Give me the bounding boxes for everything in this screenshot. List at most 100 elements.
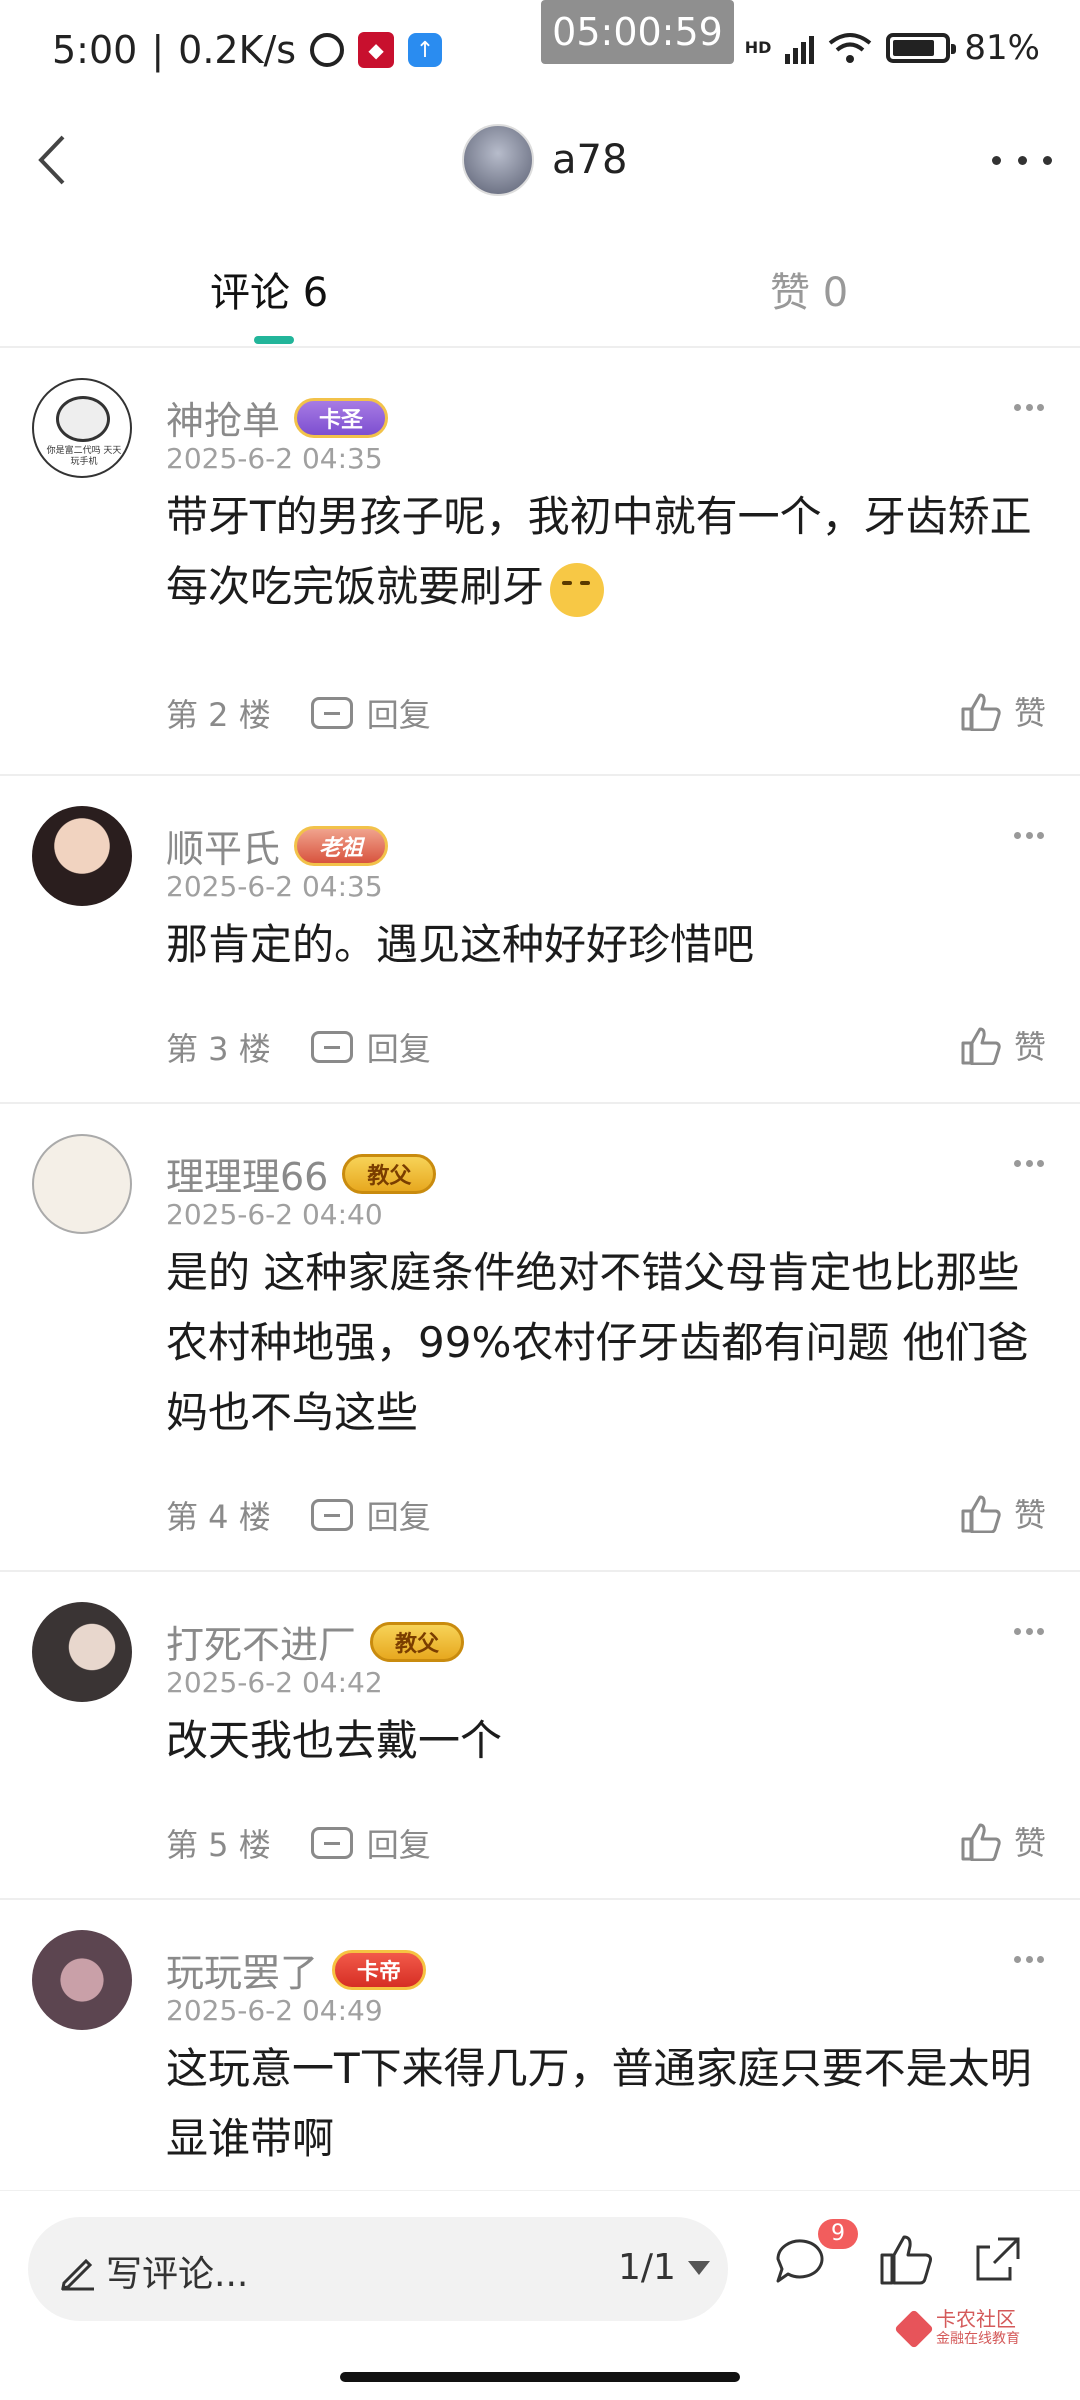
- panda-face-icon: [56, 396, 110, 442]
- tab-likes[interactable]: 赞 0: [770, 260, 848, 318]
- signal-icon: [785, 32, 815, 64]
- pencil-icon: [61, 2258, 94, 2291]
- tab-comments[interactable]: 评论 6: [210, 260, 328, 318]
- watermark-line2: 金融在线教育: [936, 2331, 1020, 2347]
- comment-more-button[interactable]: [1014, 1626, 1044, 1636]
- comment-text: 带牙T的男孩子呢，我初中就有一个，牙齿矫正每次吃完饭就要刷牙: [166, 482, 1046, 622]
- chevron-left-icon: [38, 135, 65, 185]
- dot-icon: [1017, 155, 1027, 165]
- username[interactable]: 玩玩罢了: [166, 1942, 318, 1997]
- comment-input[interactable]: 写评论... 1/1: [28, 2217, 728, 2321]
- reply-icon: [310, 1031, 353, 1063]
- nav-username: a78: [552, 137, 628, 183]
- battery-percent: 81%: [964, 28, 1040, 68]
- status-speed: 0.2K/s: [178, 28, 297, 72]
- avatar[interactable]: [32, 1134, 132, 1234]
- avatar[interactable]: [32, 1602, 132, 1702]
- comment-text: 那肯定的。遇见这种好好珍惜吧: [166, 920, 755, 969]
- tabs: 评论 6 赞 0: [0, 240, 1080, 348]
- username[interactable]: 顺平氏: [166, 818, 280, 873]
- alarm-icon: [310, 33, 345, 67]
- comment-more-button[interactable]: [1014, 402, 1044, 412]
- reply-button[interactable]: 回复: [310, 1024, 431, 1070]
- floor-label: 第 2 楼: [166, 696, 271, 734]
- notification-badge: 9: [818, 2219, 858, 2249]
- caret-down-icon: [687, 2260, 710, 2275]
- reply-icon: [310, 697, 353, 729]
- thumbs-up-icon[interactable]: [878, 2231, 934, 2287]
- comment-user: 玩玩罢了 卡帝: [166, 1942, 427, 1997]
- more-options-button[interactable]: [992, 140, 1052, 180]
- avatar[interactable]: [32, 806, 132, 906]
- like-button[interactable]: 赞: [960, 1818, 1046, 1864]
- status-separator: |: [151, 28, 165, 72]
- comment-time: 2025-6-2 04:49: [166, 1994, 383, 2027]
- comment-footer: 第 2 楼 回复: [166, 690, 431, 736]
- reply-icon: [310, 1827, 353, 1859]
- like-label: 赞: [1013, 1824, 1046, 1862]
- comment-user: 顺平氏 老祖: [166, 818, 389, 873]
- reply-icon: [310, 1499, 353, 1531]
- comment-item: 理理理66 教父 2025-6-2 04:40 是的 这种家庭条件绝对不错父母肯…: [0, 1106, 1080, 1572]
- reply-button[interactable]: 回复: [310, 1820, 431, 1866]
- comment-text: 是的 这种家庭条件绝对不错父母肯定也比那些农村种地强，99%农村仔牙齿都有问题 …: [166, 1248, 1029, 1437]
- like-label: 赞: [1013, 694, 1046, 732]
- comment-user: 理理理66 教父: [166, 1146, 437, 1201]
- bottom-bar: 写评论... 1/1 9 卡农社区 金融在线教育: [0, 2190, 1080, 2400]
- username[interactable]: 打死不进厂: [166, 1614, 356, 1669]
- comment-footer: 第 3 楼 回复: [166, 1024, 431, 1070]
- avatar-caption: 你是富二代吗 天天玩手机: [46, 446, 122, 467]
- rank-badge: 卡圣: [294, 397, 389, 438]
- page-selector[interactable]: 1/1: [618, 2247, 710, 2288]
- reply-button[interactable]: 回复: [310, 1492, 431, 1538]
- comment-more-button[interactable]: [1014, 830, 1044, 840]
- comment-text: 这玩意一T下来得几万，普通家庭只要不是太明显谁带啊: [166, 2044, 1032, 2163]
- comment-time: 2025-6-2 04:35: [166, 870, 383, 903]
- reply-label: 回复: [366, 696, 431, 734]
- home-indicator[interactable]: [340, 2372, 740, 2382]
- watermark-line1: 卡农社区: [936, 2307, 1016, 2331]
- rank-badge: 卡帝: [332, 1949, 427, 1990]
- app-notification-icon: ◆: [358, 32, 395, 68]
- comment-input-placeholder: 写评论...: [106, 2254, 249, 2295]
- like-button[interactable]: 赞: [960, 1022, 1046, 1068]
- share-icon[interactable]: [970, 2231, 1026, 2287]
- status-time: 5:00: [52, 28, 138, 72]
- nav-user[interactable]: a78: [462, 124, 627, 196]
- status-right: HD 81%: [745, 28, 1040, 68]
- back-button[interactable]: [22, 130, 82, 190]
- reply-button[interactable]: 回复: [310, 690, 431, 736]
- like-button[interactable]: 赞: [960, 688, 1046, 734]
- nav-bar: a78: [0, 100, 1080, 220]
- battery-icon: [886, 33, 957, 63]
- upload-icon: ↑: [408, 33, 443, 67]
- like-button[interactable]: 赞: [960, 1490, 1046, 1536]
- comment-footer: 第 5 楼 回复: [166, 1820, 431, 1866]
- comment-text: 改天我也去戴一个: [166, 1716, 503, 1765]
- avatar[interactable]: 你是富二代吗 天天玩手机: [32, 378, 132, 478]
- tab-indicator: [254, 336, 294, 344]
- thumbs-up-icon: [961, 1495, 1001, 1533]
- hd-label: HD: [744, 38, 772, 57]
- comment-more-button[interactable]: [1014, 1954, 1044, 1964]
- comment-user: 神抢单 卡圣: [166, 390, 389, 445]
- comment-more-button[interactable]: [1014, 1158, 1044, 1168]
- dot-icon: [992, 155, 1001, 165]
- comment-time: 2025-6-2 04:42: [166, 1666, 383, 1699]
- reply-label: 回复: [366, 1826, 431, 1864]
- clock-overlay: 05:00:59: [541, 0, 734, 64]
- like-label: 赞: [1013, 1028, 1046, 1066]
- username[interactable]: 神抢单: [166, 390, 280, 445]
- comment-user: 打死不进厂 教父: [166, 1614, 465, 1669]
- comment-item: 打死不进厂 教父 2025-6-2 04:42 改天我也去戴一个 第 5 楼 回…: [0, 1574, 1080, 1900]
- comment-time: 2025-6-2 04:35: [166, 442, 383, 475]
- floor-label: 第 4 楼: [166, 1498, 271, 1536]
- nav-avatar[interactable]: [462, 124, 534, 196]
- like-label: 赞: [1013, 1496, 1046, 1534]
- floor-label: 第 5 楼: [166, 1826, 271, 1864]
- battery-level: [893, 40, 934, 56]
- username[interactable]: 理理理66: [166, 1146, 328, 1201]
- watermark-text: 卡农社区 金融在线教育: [936, 2309, 1020, 2349]
- avatar[interactable]: [32, 1930, 132, 2030]
- thumbs-up-icon: [961, 693, 1001, 731]
